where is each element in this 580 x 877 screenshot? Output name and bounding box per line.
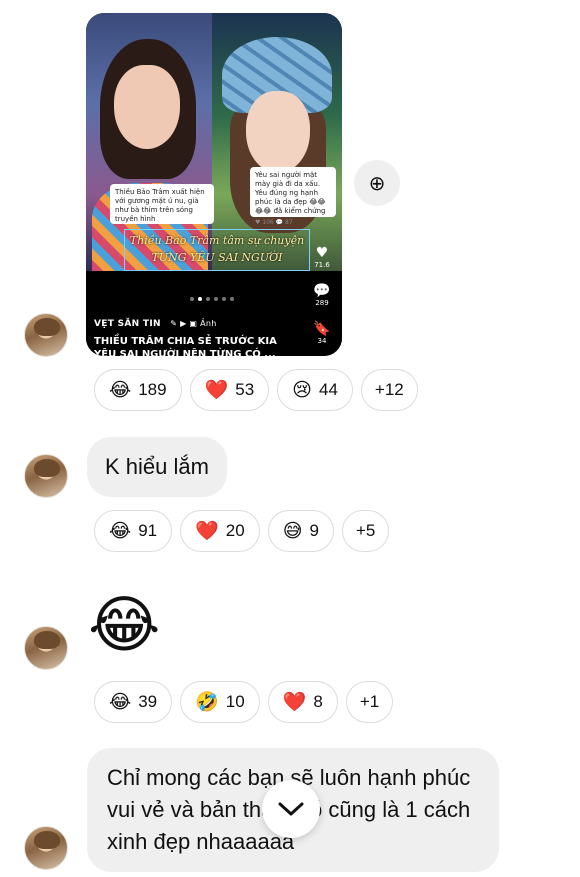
- reaction-pill[interactable]: ❤️ 53: [189, 369, 270, 411]
- reel-comment[interactable]: 💬 289: [308, 283, 336, 307]
- chevron-down-icon: [278, 802, 304, 816]
- laughing-icon: 😂: [109, 690, 132, 713]
- reel-source-name: VẸT SĂN TIN: [94, 319, 161, 329]
- sender-avatar[interactable]: [24, 454, 68, 498]
- reaction-count: 39: [138, 692, 158, 711]
- scroll-down-button[interactable]: [262, 780, 320, 838]
- reaction-more-pill[interactable]: +12: [360, 369, 418, 411]
- reaction-count: 91: [138, 521, 158, 540]
- reaction-more-pill[interactable]: +5: [342, 510, 390, 552]
- reel-left-caption: Thiều Bảo Trâm xuất hiện với gương mặt ú…: [110, 184, 214, 224]
- reaction-count: 8: [313, 692, 323, 711]
- share-plus-icon: ⊕: [368, 171, 386, 195]
- reel-save[interactable]: 🔖 34: [308, 321, 336, 345]
- shared-reel-card[interactable]: Thiều Bảo Trâm xuất hiện với gương mặt ú…: [86, 13, 342, 356]
- reel-like[interactable]: ♥ 71.6: [308, 245, 336, 269]
- reaction-count: 53: [235, 380, 255, 399]
- reaction-pill[interactable]: ❤️ 8: [267, 681, 338, 723]
- reaction-pill[interactable]: 😂 91: [94, 510, 173, 552]
- reel-comment-count: 289: [315, 299, 329, 307]
- heart-icon: ❤️: [204, 378, 229, 401]
- reaction-pill[interactable]: 🤣 10: [180, 681, 260, 723]
- sender-avatar[interactable]: [24, 626, 68, 670]
- reel-save-count: 34: [317, 337, 327, 345]
- comment-icon: 💬: [313, 283, 331, 299]
- reaction-pill[interactable]: 😢 44: [277, 369, 353, 411]
- reaction-pill[interactable]: 😂 189: [94, 369, 182, 411]
- sender-avatar[interactable]: [24, 313, 68, 357]
- reaction-count: +5: [356, 521, 376, 540]
- reactions-row-2: 😂 91 ❤️ 20 😅 9 +5: [94, 510, 390, 552]
- rolling-laughing-icon: 🤣: [195, 690, 219, 713]
- reaction-pill[interactable]: 😅 9: [267, 510, 334, 552]
- heart-icon: ❤️: [282, 690, 307, 713]
- reaction-count: 9: [309, 521, 319, 540]
- reaction-count: 10: [225, 692, 245, 711]
- reaction-more-pill[interactable]: +1: [345, 681, 394, 723]
- reel-right-caption: Yêu sai người mặt mày già đi da xấu. Yêu…: [250, 167, 336, 226]
- message-bubble[interactable]: K hiểu lắm: [87, 437, 227, 497]
- sweat-smile-icon: 😅: [282, 519, 303, 542]
- bookmark-icon: 🔖: [313, 321, 331, 337]
- laughing-icon: 😂: [109, 378, 132, 401]
- reaction-count: 189: [138, 380, 167, 399]
- reel-right-caption-text: Yêu sai người mặt mày già đi da xấu. Yêu…: [255, 171, 326, 215]
- crying-icon: 😢: [292, 378, 312, 401]
- reaction-pill[interactable]: 😂 39: [94, 681, 173, 723]
- reel-like-count: 71.6: [314, 261, 330, 269]
- reel-overlay-title: Thiều Bảo Trâm tâm sự chuyện TỪNG YÊU SA…: [124, 229, 310, 271]
- reaction-count: +12: [374, 380, 404, 399]
- reel-title: THIỀU TRÂM CHIA SẺ TRƯỚC KIA YÊU SAI NGƯ…: [94, 336, 277, 356]
- reactions-row-3: 😂 39 🤣 10 ❤️ 8 +1: [94, 681, 394, 723]
- reaction-count: +1: [359, 692, 380, 711]
- reactions-row-1: 😂 189 ❤️ 53 😢 44 +12: [94, 369, 418, 411]
- heart-icon: ❤️: [195, 519, 219, 542]
- heart-icon: ♥: [315, 245, 329, 261]
- reaction-pill[interactable]: ❤️ 20: [180, 510, 260, 552]
- share-button[interactable]: ⊕: [354, 160, 400, 206]
- carousel-dots: [190, 297, 240, 303]
- reel-right-caption-meta: ♥ 106 💬 87: [255, 219, 293, 226]
- emoji-message[interactable]: 😂: [88, 586, 160, 664]
- laughing-icon: 😂: [109, 519, 132, 542]
- reaction-count: 44: [318, 380, 338, 399]
- reaction-count: 20: [225, 521, 245, 540]
- sender-avatar[interactable]: [24, 826, 68, 870]
- reel-source: VẸT SĂN TIN ✎ ▶ ▣ Ảnh: [94, 319, 217, 329]
- reel-source-tag: ✎ ▶ ▣ Ảnh: [170, 319, 217, 328]
